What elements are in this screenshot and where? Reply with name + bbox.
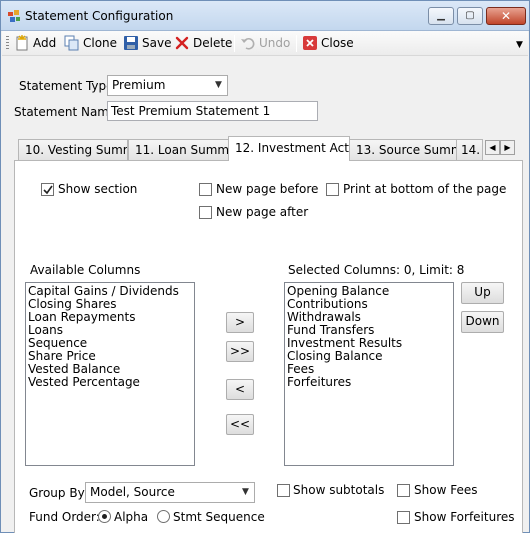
checkmark-icon [43,185,53,195]
tab-vesting-summary[interactable]: 10. Vesting Summary [18,139,128,160]
available-columns-label: Available Columns [30,263,141,277]
tab-label: 13. Source Summary [356,143,456,157]
statement-name-field[interactable]: Test Premium Statement 1 [107,101,318,121]
toolbar-separator [234,35,235,52]
clone-button[interactable]: Clone [64,34,117,52]
group-by-value: Model, Source [90,485,175,499]
show-fees-checkbox[interactable] [397,484,410,497]
save-label: Save [142,36,172,50]
close-label: Close [321,36,354,50]
add-column-button[interactable]: > [226,312,254,333]
toolbar-overflow-icon[interactable]: ▼ [516,40,523,50]
move-down-button[interactable]: Down [461,311,504,333]
statement-configuration-window: Statement Configuration ▁ ▢ ✕ Add Clone [0,0,530,533]
tab-source-summary[interactable]: 13. Source Summary [349,139,457,160]
add-button[interactable]: Add [14,34,56,52]
tab-label: 14. [461,143,481,157]
close-window-button[interactable]: ✕ [486,7,526,25]
statement-type-label: Statement Type: [19,79,118,93]
tab-label: 11. Loan Summary [135,143,229,157]
print-bottom-checkbox[interactable] [326,183,339,196]
tab-label: 12. Investment Activity [235,141,349,155]
add-label: Add [33,36,57,50]
save-button[interactable]: Save [123,34,171,52]
show-forfeitures-label: Show Forfeitures [414,510,515,524]
new-page-before-checkbox[interactable] [199,183,212,196]
remove-all-columns-button[interactable]: << [226,414,254,435]
statement-type-select[interactable]: Premium ▼ [107,75,228,96]
chevron-down-icon: ▼ [242,487,249,497]
close-icon: ✕ [500,9,512,23]
chevron-down-icon: ▼ [215,80,222,90]
minimize-icon: ▁ [437,10,445,21]
delete-label: Delete [193,36,233,50]
selected-columns-list[interactable]: Opening Balance Contributions Withdrawal… [284,282,454,466]
title-bar: Statement Configuration ▁ ▢ ✕ [1,1,529,31]
stmt-sequence-radio[interactable] [157,510,170,523]
show-subtotals-label: Show subtotals [293,483,385,497]
tab-14[interactable]: 14. [456,139,483,160]
statement-name-label: Statement Name: [14,105,121,119]
toolbar: Add Clone Save Delete Undo Close ▼ [2,31,528,56]
group-by-label: Group By: [29,486,88,500]
add-icon [16,35,28,51]
delete-button[interactable]: Delete [174,34,232,52]
stmt-sequence-label: Stmt Sequence [173,510,265,524]
undo-icon [241,38,255,50]
tab-label: 10. Vesting Summary [25,143,127,157]
fund-order-label: Fund Order: [29,510,100,524]
alpha-radio[interactable] [98,510,111,523]
statement-type-value: Premium [112,78,166,92]
show-subtotals-checkbox[interactable] [277,484,290,497]
close-box-icon [303,36,317,50]
new-page-after-label: New page after [216,205,309,219]
window-title: Statement Configuration [25,9,174,23]
show-section-label: Show section [58,182,138,196]
available-columns-list[interactable]: Capital Gains / Dividends Closing Shares… [25,282,195,466]
tab-scroll-left-button[interactable]: ◀ [485,140,500,155]
minimize-button[interactable]: ▁ [428,7,454,25]
new-page-after-checkbox[interactable] [199,206,212,219]
undo-button[interactable]: Undo [240,34,290,52]
add-all-columns-button[interactable]: >> [226,341,254,362]
selected-columns-label: Selected Columns: 0, Limit: 8 [288,263,465,277]
new-page-before-label: New page before [216,182,319,196]
show-section-checkbox[interactable] [41,183,54,196]
arrow-left-icon: ◀ [489,143,496,152]
print-bottom-label: Print at bottom of the page [343,182,507,196]
alpha-label: Alpha [114,510,149,524]
save-icon [124,36,138,50]
toolbar-separator [296,35,297,52]
list-item[interactable]: Forfeitures [287,376,451,389]
maximize-icon: ▢ [465,10,475,21]
close-button[interactable]: Close [302,34,354,52]
tab-loan-summary[interactable]: 11. Loan Summary [128,139,229,160]
delete-icon [175,36,189,50]
group-by-select[interactable]: Model, Source ▼ [85,482,255,503]
toolbar-grip[interactable] [6,36,9,51]
remove-column-button[interactable]: < [226,379,254,400]
app-icon [8,10,20,22]
undo-label: Undo [259,36,291,50]
maximize-button[interactable]: ▢ [457,7,483,25]
arrow-right-icon: ▶ [504,143,511,152]
radio-selected-dot [102,514,107,519]
clone-label: Clone [83,36,118,50]
show-fees-label: Show Fees [414,483,478,497]
clone-icon [64,35,79,51]
tab-investment-activity[interactable]: 12. Investment Activity [228,136,350,161]
move-up-button[interactable]: Up [461,282,504,304]
tab-scroll-right-button[interactable]: ▶ [500,140,515,155]
list-item[interactable]: Vested Percentage [28,376,192,389]
show-forfeitures-checkbox[interactable] [397,511,410,524]
statement-name-value: Test Premium Statement 1 [111,104,271,118]
